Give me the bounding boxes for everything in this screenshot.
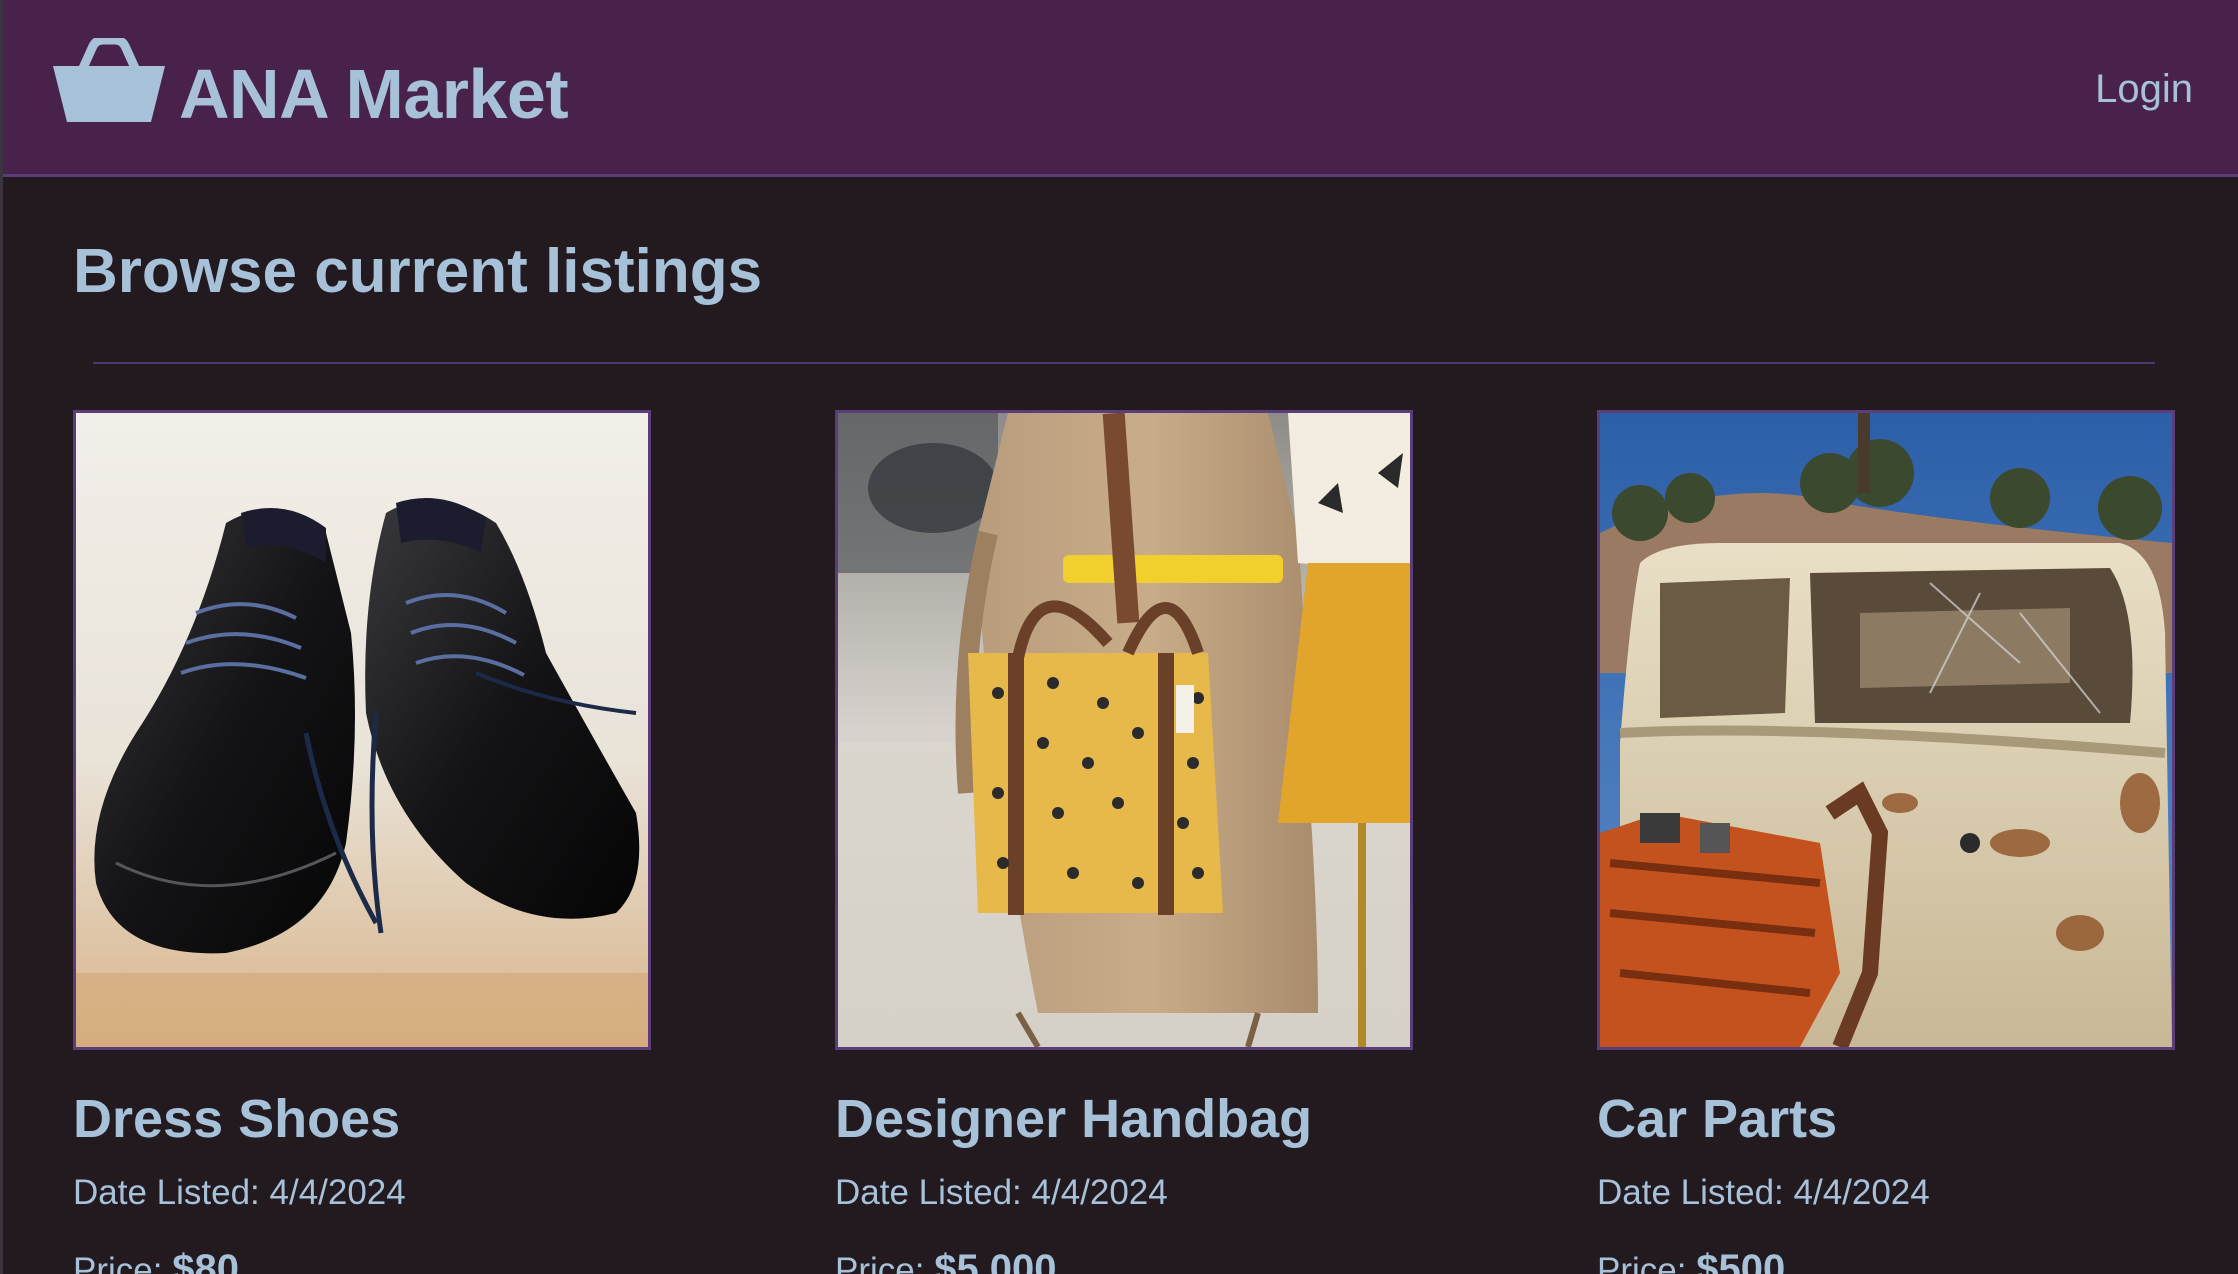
price-label: Price: bbox=[835, 1251, 935, 1274]
price-value: $80 bbox=[172, 1247, 239, 1274]
listing-title[interactable]: Car Parts bbox=[1597, 1086, 2175, 1152]
price-value: $500 bbox=[1696, 1247, 1786, 1274]
price-label: Price: bbox=[1597, 1251, 1697, 1274]
price-value: $5,000 bbox=[934, 1247, 1057, 1274]
price-label: Price: bbox=[73, 1251, 173, 1274]
designer-handbag-photo[interactable] bbox=[835, 410, 1413, 1050]
listing-title[interactable]: Designer Handbag bbox=[835, 1086, 1413, 1152]
listing-price: Price: $5,000 bbox=[835, 1244, 1413, 1274]
listing-card[interactable]: Dress Shoes Date Listed: 4/4/2024 Price:… bbox=[73, 410, 651, 1274]
listing-date: Date Listed: 4/4/2024 bbox=[835, 1173, 1168, 1212]
listing-price: Price: $80 bbox=[73, 1244, 651, 1274]
divider bbox=[93, 362, 2155, 364]
listing-date: Date Listed: 4/4/2024 bbox=[73, 1173, 406, 1212]
basket-icon[interactable] bbox=[53, 35, 165, 122]
page-title: Browse current listings bbox=[73, 237, 763, 306]
listing-price: Price: $500 bbox=[1597, 1244, 2175, 1274]
listing-card[interactable]: Car Parts Date Listed: 4/4/2024 Price: $… bbox=[1597, 410, 2175, 1274]
listing-date: Date Listed: 4/4/2024 bbox=[1597, 1173, 1930, 1212]
dress-shoes-photo[interactable] bbox=[73, 410, 651, 1050]
listing-card[interactable]: Designer Handbag Date Listed: 4/4/2024 P… bbox=[835, 410, 1413, 1274]
car-parts-photo[interactable] bbox=[1597, 410, 2175, 1050]
login-link[interactable]: Login bbox=[2095, 62, 2193, 116]
page: ANA Market Login Browse current listings bbox=[0, 0, 2238, 1274]
brand-name[interactable]: ANA Market bbox=[179, 52, 569, 136]
listing-title[interactable]: Dress Shoes bbox=[73, 1086, 651, 1152]
top-navbar: ANA Market Login bbox=[3, 0, 2238, 177]
